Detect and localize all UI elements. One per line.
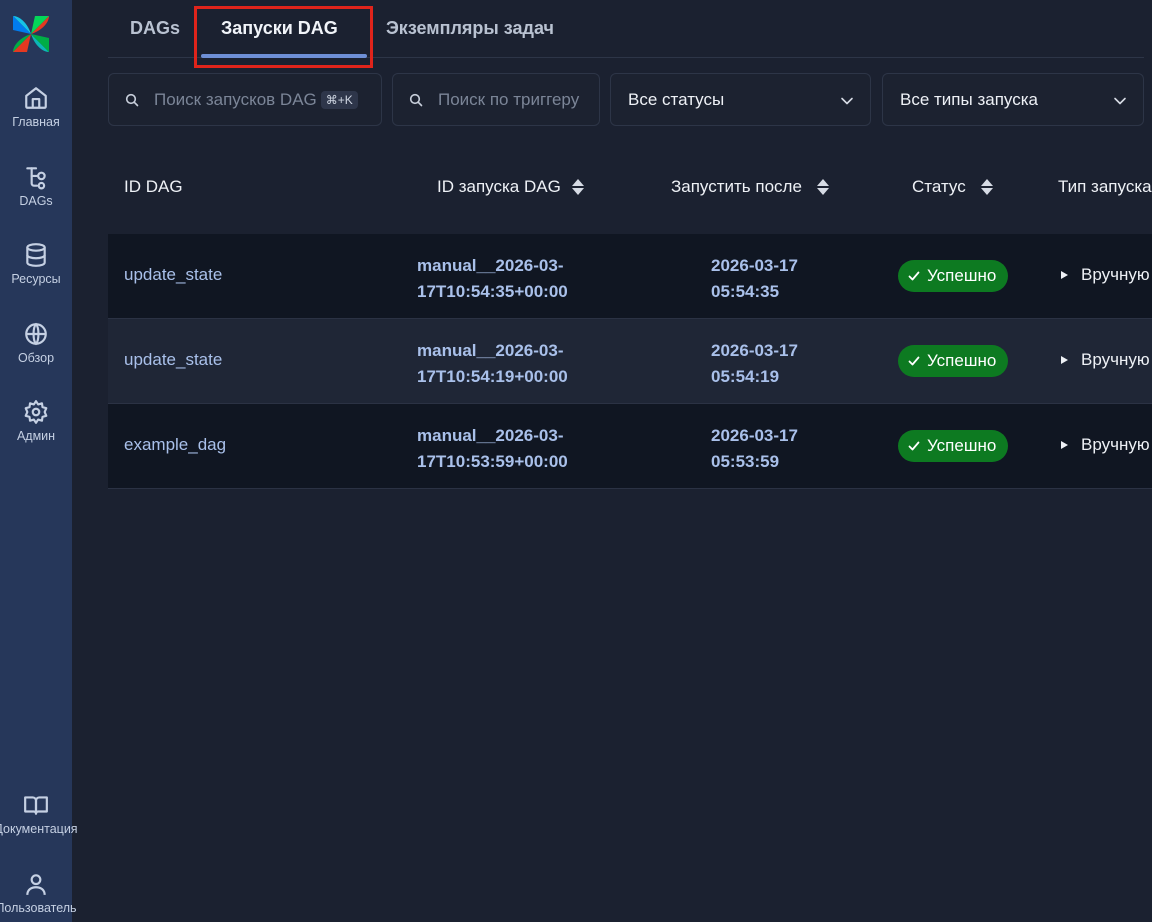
run-type-value: Вручную: [1060, 435, 1150, 455]
play-icon: [1061, 271, 1068, 279]
column-header-label: ID DAG: [124, 177, 183, 196]
sort-icon[interactable]: [980, 178, 994, 196]
column-header-run-id[interactable]: ID запуска DAG: [437, 177, 585, 197]
sidebar-item-admin[interactable]: Админ: [0, 399, 72, 443]
sidebar-item-label: DAGs: [19, 194, 53, 208]
search-icon: [409, 93, 423, 106]
tab-dags[interactable]: DAGs: [130, 18, 180, 39]
column-header-run-type[interactable]: Тип запуска: [1058, 177, 1152, 197]
column-header-label: Тип запуска: [1058, 177, 1152, 196]
status-select[interactable]: Все статусы: [610, 73, 871, 126]
home-icon: [25, 87, 47, 109]
search-icon: [125, 93, 139, 106]
check-icon: [908, 271, 920, 281]
sidebar-item-docs[interactable]: Документация: [0, 792, 78, 836]
status-badge-label: Успешно: [927, 436, 997, 455]
sidebar-item-browse[interactable]: Обзор: [0, 321, 72, 365]
sidebar-item-user[interactable]: Пользователь: [0, 871, 77, 915]
run-type-label: Вручную: [1081, 435, 1150, 454]
run-id-link[interactable]: manual__2026-03- 17T10:54:19+00:00: [417, 338, 568, 390]
status-badge: Успешно: [898, 345, 1009, 377]
table-row[interactable]: example_dag manual__2026-03- 17T10:53:59…: [108, 404, 1152, 489]
run-after-value: 2026-03-17 05:54:19: [711, 338, 798, 390]
sidebar-item-label: Пользователь: [0, 901, 77, 915]
run-type-label: Вручную: [1081, 350, 1150, 369]
airflow-logo-icon[interactable]: [9, 12, 53, 56]
run-after-value: 2026-03-17 05:53:59: [711, 423, 798, 475]
run-type-select-value: Все типы запуска: [900, 89, 1038, 109]
status-select-value: Все статусы: [628, 89, 725, 109]
user-icon: [26, 874, 46, 895]
check-icon: [908, 441, 920, 451]
sidebar-item-label: Главная: [12, 115, 60, 129]
run-type-value: Вручную: [1060, 265, 1150, 285]
dag-id-link[interactable]: update_state: [124, 350, 222, 370]
status-badge: Успешно: [898, 260, 1009, 292]
gear-icon: [24, 400, 48, 424]
run-after-date: 2026-03-17: [711, 426, 798, 445]
run-after-time: 05:54:19: [711, 367, 780, 386]
sidebar-item-label: Ресурсы: [11, 272, 61, 286]
run-id-line: 17T10:53:59+00:00: [417, 452, 568, 471]
run-id-link[interactable]: manual__2026-03- 17T10:54:35+00:00: [417, 253, 568, 305]
run-type-label: Вручную: [1081, 265, 1150, 284]
run-after-value: 2026-03-17 05:54:35: [711, 253, 798, 305]
sidebar-item-label: Админ: [16, 429, 56, 443]
column-header-label: ID запуска DAG: [437, 177, 561, 196]
dag-id-link[interactable]: example_dag: [124, 435, 226, 455]
play-icon: [1061, 441, 1068, 449]
dag-id-link[interactable]: update_state: [124, 265, 222, 285]
check-icon: [908, 356, 920, 366]
keyboard-shortcut-badge: ⌘+K: [320, 90, 358, 109]
chevron-down-icon: [841, 97, 853, 105]
column-header-label: Запустить после: [671, 177, 802, 196]
column-header-run-after[interactable]: Запустить после: [671, 177, 830, 197]
book-icon: [24, 796, 48, 815]
column-header-dag-id[interactable]: ID DAG: [124, 177, 183, 197]
sort-icon[interactable]: [816, 178, 830, 196]
column-header-label: Статус: [912, 177, 966, 196]
run-id-line: 17T10:54:19+00:00: [417, 367, 568, 386]
table-header: ID DAG ID запуска DAG Запустить после Ст…: [108, 140, 1152, 234]
sidebar-item-assets[interactable]: Ресурсы: [0, 242, 72, 286]
chevron-down-icon: [1114, 97, 1126, 105]
sidebar-item-home[interactable]: Главная: [0, 85, 72, 129]
run-type-select[interactable]: Все типы запуска: [882, 73, 1144, 126]
search-trigger-input[interactable]: Поиск по триггеру: [392, 73, 600, 126]
table-row[interactable]: update_state manual__2026-03- 17T10:54:1…: [108, 319, 1152, 404]
run-after-time: 05:54:35: [711, 282, 780, 301]
run-after-time: 05:53:59: [711, 452, 780, 471]
run-id-line: manual__2026-03-: [417, 256, 564, 275]
run-after-date: 2026-03-17: [711, 256, 798, 275]
sidebar-item-label: Обзор: [17, 351, 55, 365]
run-id-line: manual__2026-03-: [417, 426, 564, 445]
run-type-value: Вручную: [1060, 350, 1150, 370]
column-header-status[interactable]: Статус: [912, 177, 994, 197]
highlight-box: [194, 6, 373, 68]
status-badge: Успешно: [898, 430, 1009, 462]
globe-icon: [25, 322, 47, 346]
table-row[interactable]: update_state manual__2026-03- 17T10:54:3…: [108, 234, 1152, 319]
dags-icon: [26, 167, 46, 190]
run-after-date: 2026-03-17: [711, 341, 798, 360]
status-badge-label: Успешно: [927, 351, 997, 370]
status-badge-label: Успешно: [927, 266, 997, 285]
sidebar-item-dags[interactable]: DAGs: [0, 164, 72, 208]
database-icon: [26, 243, 46, 267]
main-content: DAGs Запуски DAG Экземпляры задач Поиск …: [72, 0, 1152, 922]
sidebar-item-label: Документация: [0, 822, 78, 836]
search-trigger-placeholder: Поиск по триггеру: [438, 89, 580, 109]
run-id-line: manual__2026-03-: [417, 341, 564, 360]
tab-task-instances[interactable]: Экземпляры задач: [386, 18, 554, 39]
run-id-line: 17T10:54:35+00:00: [417, 282, 568, 301]
play-icon: [1061, 356, 1068, 364]
search-runs-placeholder: Поиск запусков DAG: [154, 89, 317, 109]
search-runs-input[interactable]: Поиск запусков DAG ⌘+K: [108, 73, 382, 126]
sidebar: Главная DAGs Ресурсы Обзор Админ Докумен…: [0, 0, 78, 922]
run-id-link[interactable]: manual__2026-03- 17T10:53:59+00:00: [417, 423, 568, 475]
sort-icon[interactable]: [571, 178, 585, 196]
